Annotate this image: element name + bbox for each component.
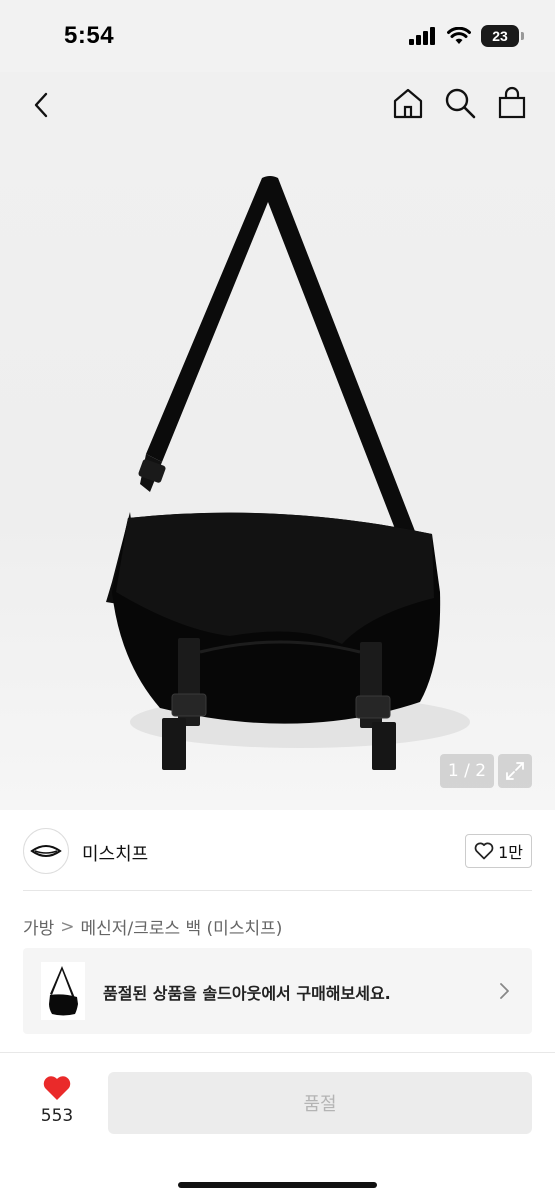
product-image xyxy=(106,176,470,770)
wifi-icon xyxy=(447,27,471,44)
brand-like-button[interactable]: 1만 xyxy=(465,834,532,868)
soldout-button[interactable]: 품절 xyxy=(108,1072,532,1134)
divider xyxy=(0,1052,555,1053)
bottom-like-count: 553 xyxy=(40,1106,74,1126)
home-icon[interactable] xyxy=(391,86,425,120)
chevron-right-icon xyxy=(500,983,509,999)
image-counter: 1 / 2 xyxy=(440,754,494,788)
breadcrumb: 가방 > 메신저/크로스 백 (미스치프) xyxy=(23,914,283,940)
breadcrumb-subcategory[interactable]: 메신저/크로스 백 (미스치프) xyxy=(81,914,283,939)
home-indicator xyxy=(178,1182,377,1188)
brand-row: 미스치프 1만 xyxy=(0,810,555,890)
bottom-like-button[interactable]: 553 xyxy=(32,1074,82,1126)
soldout-banner-text: 품절된 상품을 솔드아웃에서 구매해보세요. xyxy=(103,984,391,1003)
breadcrumb-category[interactable]: 가방 xyxy=(23,914,54,939)
expand-button[interactable] xyxy=(498,754,532,788)
battery-icon: 23 xyxy=(481,25,524,47)
expand-icon xyxy=(506,762,524,780)
brand-like-count: 1만 xyxy=(498,843,523,862)
breadcrumb-separator: > xyxy=(60,916,75,937)
brand-logo-icon xyxy=(30,845,62,857)
search-icon[interactable] xyxy=(443,86,477,120)
heart-filled-icon xyxy=(43,1076,71,1100)
divider xyxy=(23,890,532,891)
product-gallery[interactable]: 1 / 2 xyxy=(0,72,555,810)
nav-actions xyxy=(391,86,529,120)
back-icon[interactable] xyxy=(28,90,58,120)
heart-outline-icon xyxy=(474,842,494,860)
signal-icon xyxy=(409,27,435,45)
soldout-banner[interactable]: 품절된 상품을 솔드아웃에서 구매해보세요. xyxy=(23,948,532,1034)
status-icons: 23 xyxy=(409,25,524,47)
banner-product-thumbnail xyxy=(41,962,85,1020)
shopping-bag-icon[interactable] xyxy=(495,86,529,120)
brand-name[interactable]: 미스치프 xyxy=(82,840,148,866)
brand-logo[interactable] xyxy=(23,828,69,874)
status-bar: 5:54 23 xyxy=(0,0,555,72)
status-time: 5:54 xyxy=(64,22,115,49)
